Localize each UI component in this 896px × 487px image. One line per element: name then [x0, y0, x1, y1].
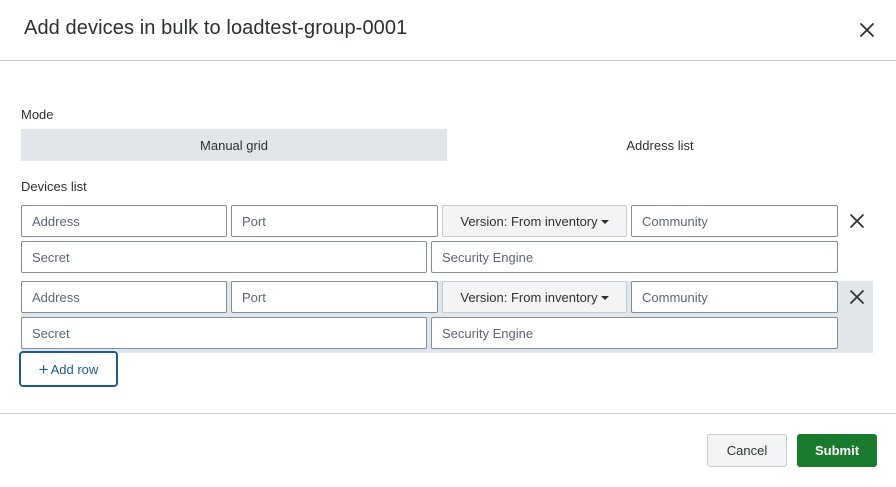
dialog-header: Add devices in bulk to loadtest-group-00…: [0, 0, 896, 61]
port-input[interactable]: Port: [231, 205, 438, 237]
community-input[interactable]: Community: [631, 281, 838, 313]
device-row: Address Port Version: From inventory Com…: [21, 281, 873, 353]
mode-option-address-list[interactable]: Address list: [447, 129, 873, 161]
dialog-title: Add devices in bulk to loadtest-group-00…: [24, 17, 408, 39]
mode-option-manual-grid[interactable]: Manual grid: [21, 129, 447, 161]
version-dropdown-label: Version: From inventory: [460, 213, 598, 229]
secret-input[interactable]: Secret: [21, 317, 427, 349]
add-row-label: Add row: [50, 361, 99, 377]
plus-icon: +: [38, 359, 49, 379]
device-row: Address Port Version: From inventory Com…: [21, 205, 873, 277]
devices-list-label: Devices list: [21, 179, 87, 194]
close-icon[interactable]: [855, 18, 879, 42]
mode-label: Mode: [21, 107, 54, 122]
address-input[interactable]: Address: [21, 205, 227, 237]
security-engine-input[interactable]: Security Engine: [431, 317, 838, 349]
bulk-add-dialog: Add devices in bulk to loadtest-group-00…: [0, 0, 896, 487]
caret-down-icon: [600, 219, 609, 224]
dialog-footer: Cancel Submit: [0, 413, 896, 487]
port-input[interactable]: Port: [231, 281, 438, 313]
remove-row-icon[interactable]: [847, 211, 867, 231]
version-dropdown[interactable]: Version: From inventory: [442, 281, 627, 313]
secret-input[interactable]: Secret: [21, 241, 427, 273]
submit-button[interactable]: Submit: [797, 434, 877, 467]
add-row-button[interactable]: + Add row: [19, 351, 118, 387]
community-input[interactable]: Community: [631, 205, 838, 237]
cancel-button[interactable]: Cancel: [707, 434, 787, 467]
address-input[interactable]: Address: [21, 281, 227, 313]
version-dropdown-label: Version: From inventory: [460, 289, 598, 305]
security-engine-input[interactable]: Security Engine: [431, 241, 838, 273]
caret-down-icon: [600, 295, 609, 300]
version-dropdown[interactable]: Version: From inventory: [442, 205, 627, 237]
mode-toggle: Manual grid Address list: [21, 129, 873, 161]
remove-row-icon[interactable]: [847, 287, 867, 307]
